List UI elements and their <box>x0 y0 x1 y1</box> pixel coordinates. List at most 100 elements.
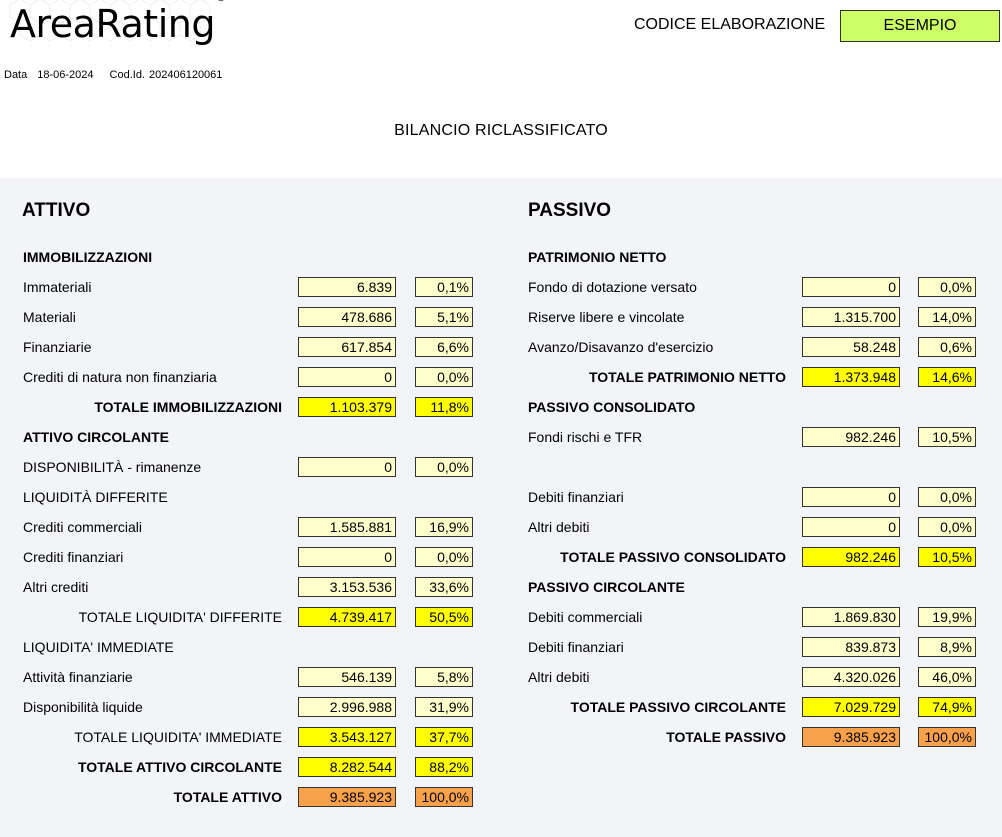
attivo-row-label-immobilizzazioni: IMMOBILIZZAZIONI <box>23 249 153 265</box>
passivo-percent-cell-totale-patrimonio-netto: 14,6% <box>918 367 976 387</box>
attivo-row-label-materiali: Materiali <box>23 309 76 325</box>
attivo-value-cell-crediti-finanziari: 0 <box>298 547 396 567</box>
passivo-value-cell-totale-passivo-circolante: 7.029.729 <box>802 697 900 717</box>
codice-elaborazione-value: ESEMPIO <box>840 10 1000 42</box>
passivo-value-cell-totale-patrimonio-netto: 1.373.948 <box>802 367 900 387</box>
attivo-row-label-finanziarie: Finanziarie <box>23 339 92 355</box>
attivo-row-label-liquidita-immediate: LIQUIDITA' IMMEDIATE <box>23 639 174 655</box>
attivo-value-cell-materiali: 478.686 <box>298 307 396 327</box>
attivo-percent-cell-crediti-di-natura-non-finanziaria: 0,0% <box>415 367 473 387</box>
attivo-percent-cell-totale-liquidita-immediate: 37,7% <box>415 727 473 747</box>
passivo-percent-cell-fondo-di-dotazione-versato: 0,0% <box>918 277 976 297</box>
codice-elaborazione-label: CODICE ELABORAZIONE <box>634 16 826 33</box>
passivo-row-label-altri-debiti: Altri debiti <box>528 669 590 685</box>
passivo-row-label-totale-passivo-consolidato: TOTALE PASSIVO CONSOLIDATO <box>560 549 786 565</box>
attivo-percent-cell-immateriali: 0,1% <box>415 277 473 297</box>
attivo-row-label-disponibilita-rimanenze: DISPONIBILITÀ - rimanenze <box>23 459 202 475</box>
attivo-row-label-totale-attivo-circolante: TOTALE ATTIVO CIRCOLANTE <box>77 759 282 775</box>
attivo-percent-cell-totale-attivo-circolante: 88,2% <box>415 757 473 777</box>
data-label: Data <box>4 69 28 81</box>
attivo-value-cell-totale-attivo-circolante: 8.282.544 <box>298 757 396 777</box>
passivo-percent-cell-debiti-finanziari: 0,0% <box>918 487 976 507</box>
passivo-row-label-fondo-di-dotazione-versato: Fondo di dotazione versato <box>528 279 697 295</box>
attivo-row-label-crediti-finanziari: Crediti finanziari <box>23 549 124 565</box>
passivo-percent-cell-altri-debiti: 0,0% <box>918 517 976 537</box>
passivo-row-label-debiti-commerciali: Debiti commerciali <box>528 609 643 625</box>
attivo-row-label-altri-crediti: Altri crediti <box>23 579 89 595</box>
passivo-value-cell-altri-debiti: 0 <box>802 517 900 537</box>
passivo-value-cell-debiti-finanziari: 0 <box>802 487 900 507</box>
passivo-value-cell-debiti-commerciali: 1.869.830 <box>802 607 900 627</box>
passivo-percent-cell-riserve-libere-e-vincolate: 14,0% <box>918 307 976 327</box>
attivo-percent-cell-materiali: 5,1% <box>415 307 473 327</box>
passivo-value-cell-totale-passivo: 9.385.923 <box>802 727 900 747</box>
attivo-percent-cell-totale-liquidita-differite: 50,5% <box>415 607 473 627</box>
attivo-row-label-immateriali: Immateriali <box>23 279 92 295</box>
passivo-row-label-riserve-libere-e-vincolate: Riserve libere e vincolate <box>528 309 685 325</box>
attivo-percent-cell-crediti-finanziari: 0,0% <box>415 547 473 567</box>
attivo-percent-cell-crediti-commerciali: 16,9% <box>415 517 473 537</box>
passivo-row-label-debiti-finanziari: Debiti finanziari <box>528 489 624 505</box>
attivo-row-label-disponibilita-liquide: Disponibilità liquide <box>23 699 143 715</box>
passivo-value-cell-riserve-libere-e-vincolate: 1.315.700 <box>802 307 900 327</box>
data-value: 18-06-2024 <box>37 69 94 81</box>
attivo-percent-cell-disponibilita-rimanenze: 0,0% <box>415 457 473 477</box>
codid-value: 202406120061 <box>149 69 223 81</box>
passivo-row-label-debiti-finanziari: Debiti finanziari <box>528 639 624 655</box>
attivo-value-cell-finanziarie: 617.854 <box>298 337 396 357</box>
attivo-row-label-attivita-finanziarie: Attività finanziarie <box>23 669 133 685</box>
passivo-row-label-avanzo-disavanzo-d-esercizio: Avanzo/Disavanzo d'esercizio <box>528 339 714 355</box>
passivo-percent-cell-totale-passivo-circolante: 74,9% <box>918 697 976 717</box>
report-meta: Data 18-06-2024 Cod.Id. 202406120061 <box>4 69 222 81</box>
passivo-percent-cell-altri-debiti: 46,0% <box>918 667 976 687</box>
passivo-percent-cell-totale-passivo-consolidato: 10,5% <box>918 547 976 567</box>
passivo-value-cell-fondi-rischi-e-tfr: 982.246 <box>802 427 900 447</box>
attivo-percent-cell-attivita-finanziarie: 5,8% <box>415 667 473 687</box>
passivo-row-label-fondi-rischi-e-tfr: Fondi rischi e TFR <box>528 429 643 445</box>
page-title: BILANCIO RICLASSIFICATO <box>394 122 608 139</box>
passivo-value-cell-totale-passivo-consolidato: 982.246 <box>802 547 900 567</box>
attivo-row-label-totale-liquidita-differite: TOTALE LIQUIDITA' DIFFERITE <box>78 609 282 625</box>
passivo-value-cell-altri-debiti: 4.320.026 <box>802 667 900 687</box>
passivo-percent-cell-avanzo-disavanzo-d-esercizio: 0,6% <box>918 337 976 357</box>
attivo-value-cell-disponibilita-rimanenze: 0 <box>298 457 396 477</box>
attivo-row-label-attivo-circolante: ATTIVO CIRCOLANTE <box>23 429 169 445</box>
attivo-value-cell-totale-liquidita-immediate: 3.543.127 <box>298 727 396 747</box>
attivo-value-cell-attivita-finanziarie: 546.139 <box>298 667 396 687</box>
attivo-value-cell-totale-attivo: 9.385.923 <box>298 787 396 807</box>
attivo-row-label-totale-liquidita-immediate: TOTALE LIQUIDITA' IMMEDIATE <box>74 729 282 745</box>
attivo-value-cell-crediti-di-natura-non-finanziaria: 0 <box>298 367 396 387</box>
attivo-percent-cell-finanziarie: 6,6% <box>415 337 473 357</box>
passivo-row-label-altri-debiti: Altri debiti <box>528 519 590 535</box>
attivo-percent-cell-altri-crediti: 33,6% <box>415 577 473 597</box>
attivo-row-label-crediti-di-natura-non-finanziaria: Crediti di natura non finanziaria <box>23 369 217 385</box>
arearating-logo: AreaRating® <box>10 0 226 46</box>
attivo-value-cell-totale-immobilizzazioni: 1.103.379 <box>298 397 396 417</box>
attivo-row-label-crediti-commerciali: Crediti commerciali <box>23 519 143 535</box>
attivo-value-cell-disponibilita-liquide: 2.996.988 <box>298 697 396 717</box>
attivo-row-label-totale-immobilizzazioni: TOTALE IMMOBILIZZAZIONI <box>94 399 282 415</box>
passivo-value-cell-avanzo-disavanzo-d-esercizio: 58.248 <box>802 337 900 357</box>
passivo-row-label-passivo-circolante: PASSIVO CIRCOLANTE <box>528 579 685 595</box>
attivo-percent-cell-totale-immobilizzazioni: 11,8% <box>415 397 473 417</box>
attivo-row-label-totale-attivo: TOTALE ATTIVO <box>173 789 282 805</box>
attivo-value-cell-totale-liquidita-differite: 4.739.417 <box>298 607 396 627</box>
passivo-row-label-totale-passivo-circolante: TOTALE PASSIVO CIRCOLANTE <box>570 699 786 715</box>
passivo-row-label-patrimonio-netto: PATRIMONIO NETTO <box>528 249 667 265</box>
passivo-row-label-passivo-consolidato: PASSIVO CONSOLIDATO <box>528 399 696 415</box>
passivo-percent-cell-fondi-rischi-e-tfr: 10,5% <box>918 427 976 447</box>
attivo-percent-cell-totale-attivo: 100,0% <box>415 787 473 807</box>
attivo-value-cell-altri-crediti: 3.153.536 <box>298 577 396 597</box>
passivo-percent-cell-debiti-commerciali: 19,9% <box>918 607 976 627</box>
codid-label: Cod.Id. <box>109 69 145 81</box>
passivo-percent-cell-debiti-finanziari: 8,9% <box>918 637 976 657</box>
attivo-percent-cell-disponibilita-liquide: 31,9% <box>415 697 473 717</box>
passivo-value-cell-fondo-di-dotazione-versato: 0 <box>802 277 900 297</box>
passivo-value-cell-debiti-finanziari: 839.873 <box>802 637 900 657</box>
attivo-row-label-liquidita-differite: LIQUIDITÀ DIFFERITE <box>23 489 168 505</box>
passivo-percent-cell-totale-passivo: 100,0% <box>918 727 976 747</box>
passivo-row-label-totale-patrimonio-netto: TOTALE PATRIMONIO NETTO <box>588 369 786 385</box>
passivo-heading: PASSIVO <box>528 200 612 221</box>
attivo-value-cell-crediti-commerciali: 1.585.881 <box>298 517 396 537</box>
attivo-heading: ATTIVO <box>22 200 91 221</box>
